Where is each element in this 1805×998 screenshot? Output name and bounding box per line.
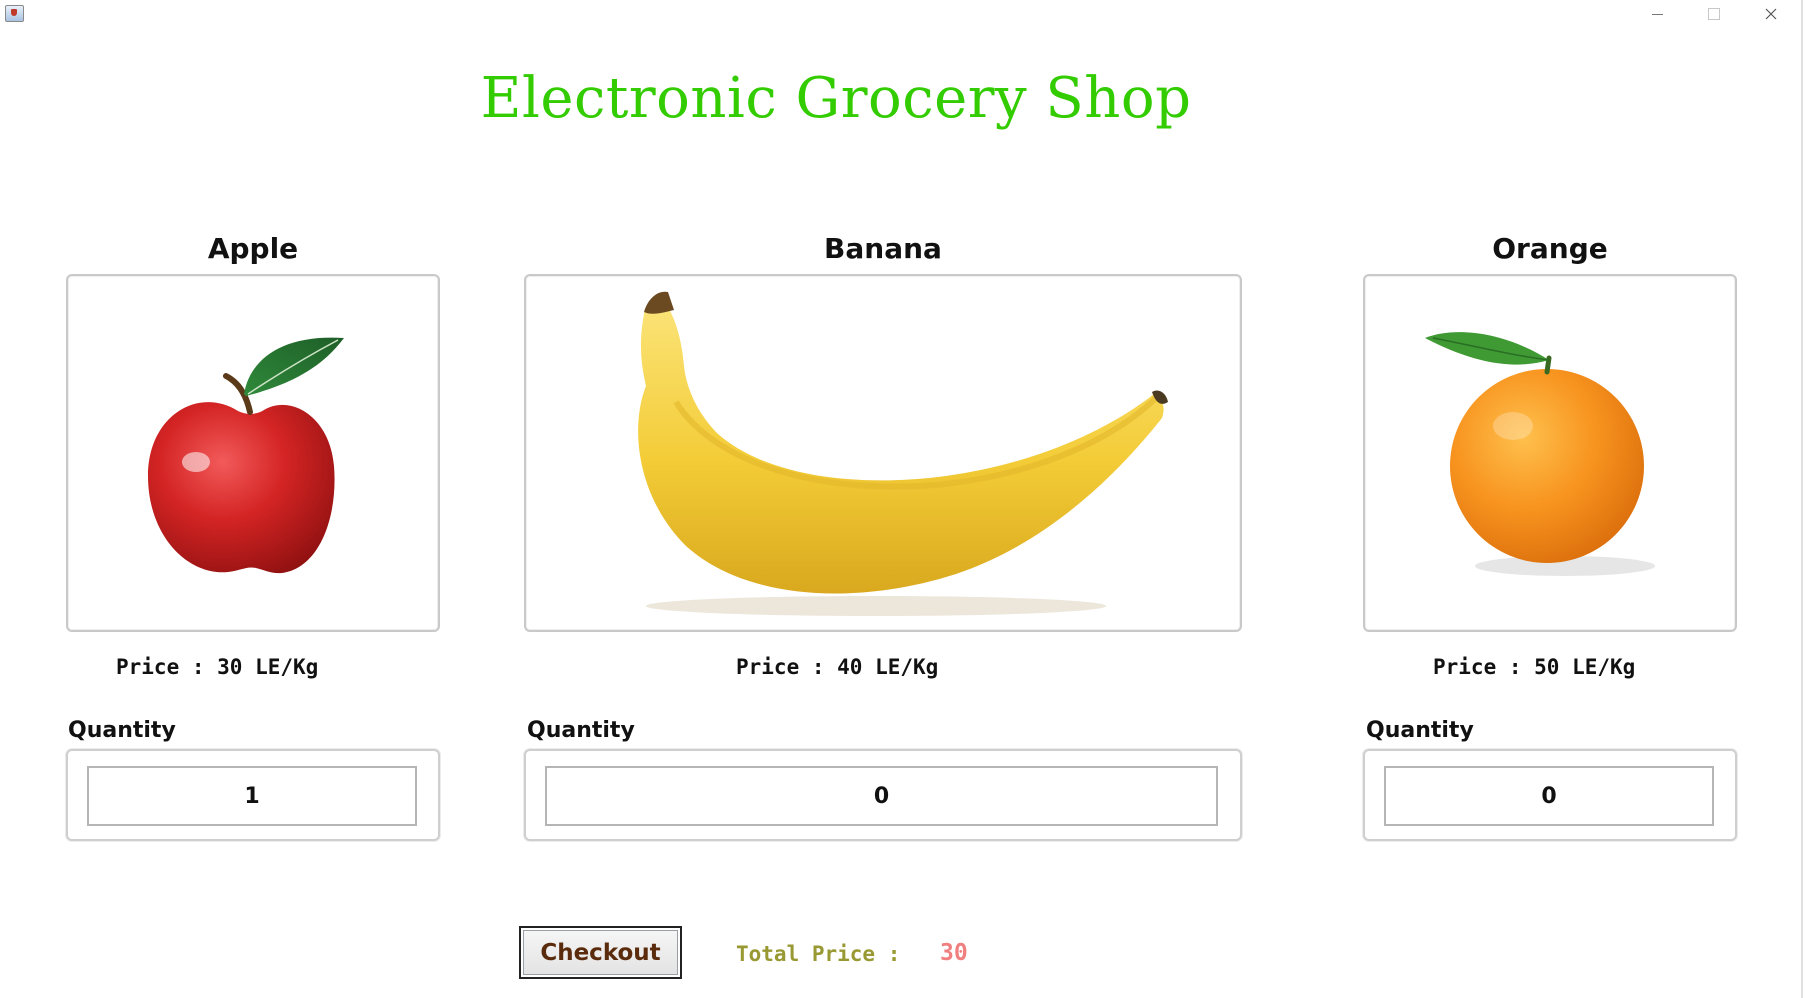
maximize-button[interactable] (1691, 0, 1737, 28)
banana-image-panel (524, 274, 1242, 632)
banana-quantity-input[interactable] (545, 766, 1218, 826)
banana-icon (638, 291, 1168, 616)
total-price-label: Total Price : (736, 942, 901, 966)
apple-quantity-label: Quantity (68, 718, 176, 743)
close-button[interactable] (1748, 0, 1794, 28)
total-price-value: 30 (940, 940, 968, 966)
orange-name: Orange (1492, 232, 1608, 265)
minimize-icon (1651, 13, 1663, 15)
banana-name: Banana (824, 232, 942, 265)
minimize-button[interactable] (1634, 0, 1680, 28)
orange-quantity-input[interactable] (1384, 766, 1714, 826)
close-icon (1765, 8, 1777, 20)
checkout-button[interactable]: Checkout (519, 926, 682, 979)
orange-price: Price : 50 LE/Kg (1433, 655, 1636, 679)
window-edge (1801, 0, 1803, 998)
apple-price: Price : 30 LE/Kg (116, 655, 319, 679)
banana-quantity-label: Quantity (527, 718, 635, 743)
window-titlebar (0, 0, 1805, 28)
apple-quantity-input[interactable] (87, 766, 417, 826)
apple-icon (148, 337, 344, 574)
orange-icon (1425, 332, 1655, 576)
java-cup-icon (5, 5, 24, 22)
apple-image-panel (66, 274, 440, 632)
maximize-icon (1708, 8, 1720, 20)
apple-name: Apple (207, 232, 299, 265)
orange-quantity-label: Quantity (1366, 718, 1474, 743)
page-title: Electronic Grocery Shop (480, 66, 1192, 131)
banana-price: Price : 40 LE/Kg (736, 655, 939, 679)
orange-image-panel (1363, 274, 1737, 632)
